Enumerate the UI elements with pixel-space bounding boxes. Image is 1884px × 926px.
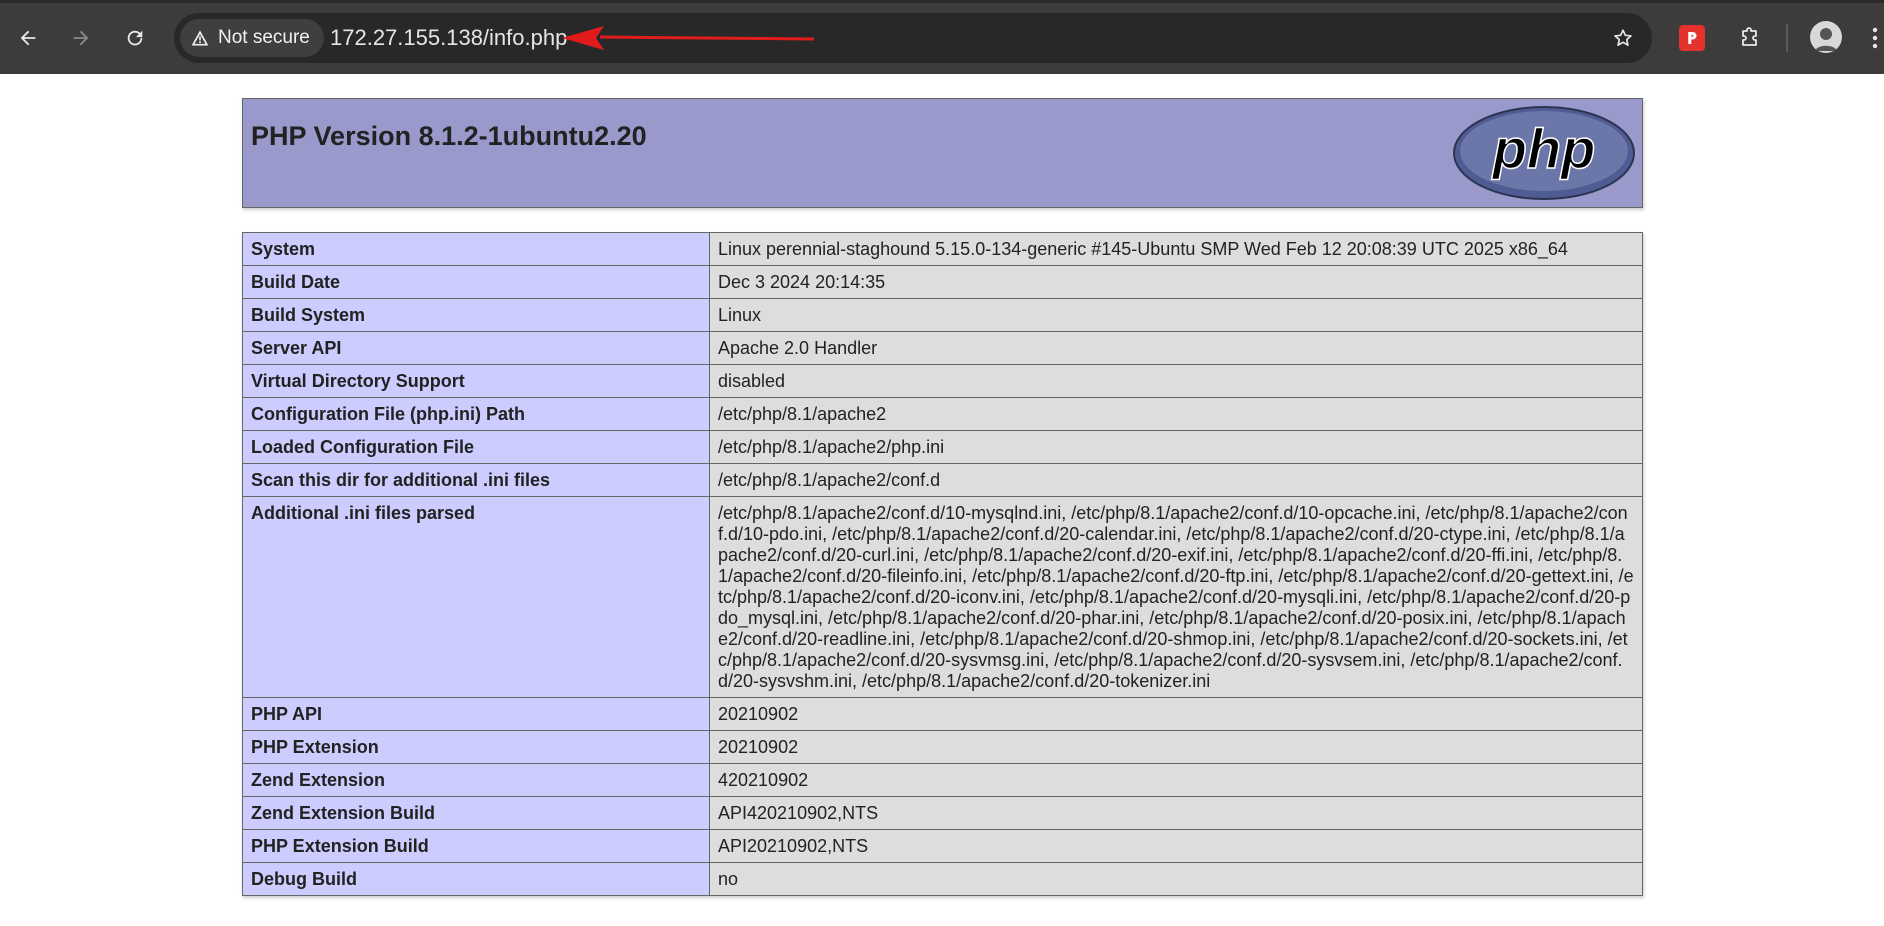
url-text[interactable]: 172.27.155.138/info.php bbox=[330, 25, 567, 51]
row-key: Loaded Configuration File bbox=[242, 430, 710, 464]
row-value: no bbox=[709, 862, 1643, 896]
bookmark-button[interactable] bbox=[1604, 19, 1642, 57]
row-value: /etc/php/8.1/apache2/conf.d/10-mysqlnd.i… bbox=[709, 496, 1643, 698]
row-value: API20210902,NTS bbox=[709, 829, 1643, 863]
extension-red-button[interactable] bbox=[1679, 25, 1705, 51]
table-row: Configuration File (php.ini) Path/etc/ph… bbox=[242, 397, 1643, 431]
tab-strip-edge bbox=[0, 0, 1884, 3]
reload-button[interactable] bbox=[115, 18, 155, 58]
php-logo[interactable]: php bbox=[1452, 105, 1636, 201]
row-key: PHP API bbox=[242, 697, 710, 731]
row-value: Apache 2.0 Handler bbox=[709, 331, 1643, 365]
table-row: Build Date Dec 3 2024 20:14:35 bbox=[242, 265, 1643, 299]
row-value: Linux bbox=[709, 298, 1643, 332]
reload-icon bbox=[127, 30, 143, 46]
row-value: /etc/php/8.1/apache2/php.ini bbox=[709, 430, 1643, 464]
profile-avatar[interactable] bbox=[1810, 21, 1842, 53]
php-version-header: PHP Version 8.1.2-1ubuntu2.20 php bbox=[242, 98, 1643, 208]
p-extension-icon bbox=[1688, 32, 1697, 44]
table-row: PHP Extension Build API20210902,NTS bbox=[242, 829, 1643, 863]
row-value: 20210902 bbox=[709, 697, 1643, 731]
row-value: /etc/php/8.1/apache2/conf.d bbox=[709, 463, 1643, 497]
security-label: Not secure bbox=[218, 27, 310, 48]
forward-arrow-icon bbox=[73, 30, 89, 46]
row-value: 20210902 bbox=[709, 730, 1643, 764]
row-value: 420210902 bbox=[709, 763, 1643, 797]
row-value: Dec 3 2024 20:14:35 bbox=[709, 265, 1643, 299]
info-table: System Linux perennial-staghound 5.15.0-1… bbox=[242, 232, 1643, 896]
row-key: PHP Extension bbox=[242, 730, 710, 764]
row-value: API420210902,NTS bbox=[709, 796, 1643, 830]
row-key: Additional .ini files parsed bbox=[242, 496, 710, 698]
red-arrow-annotation bbox=[562, 26, 815, 50]
table-row: Additional .ini files parsed/etc/php/8.1… bbox=[242, 496, 1643, 698]
row-key: Virtual Directory Support bbox=[242, 364, 710, 398]
back-arrow-icon bbox=[20, 30, 36, 46]
row-key: Configuration File (php.ini) Path bbox=[242, 397, 710, 431]
table-row: Zend Extension 420210902 bbox=[242, 763, 1643, 797]
table-row: Debug Build no bbox=[242, 862, 1643, 896]
browser-toolbar: Not secure 172.27.155.138/info.php bbox=[0, 0, 1884, 74]
forward-button[interactable] bbox=[61, 18, 101, 58]
browser-menu-button[interactable] bbox=[1866, 18, 1884, 58]
table-row: Loaded Configuration File/etc/php/8.1/ap… bbox=[242, 430, 1643, 464]
puzzle-icon bbox=[1742, 27, 1757, 46]
row-key: Zend Extension bbox=[242, 763, 710, 797]
table-row: Zend Extension Build API420210902,NTS bbox=[242, 796, 1643, 830]
row-key: PHP Extension Build bbox=[242, 829, 710, 863]
toolbar-separator bbox=[1786, 24, 1788, 52]
table-row: Build System Linux bbox=[242, 298, 1643, 332]
more-vertical-icon bbox=[1872, 27, 1878, 49]
row-key: Scan this dir for additional .ini files bbox=[242, 463, 710, 497]
address-bar[interactable]: Not secure 172.27.155.138/info.php bbox=[174, 13, 1652, 63]
site-info-button[interactable]: Not secure bbox=[180, 19, 324, 57]
row-key: Build Date bbox=[242, 265, 710, 299]
profile-icon bbox=[1815, 28, 1837, 51]
table-row: System Linux perennial-staghound 5.15.0-1… bbox=[242, 232, 1643, 266]
page-title: PHP Version 8.1.2-1ubuntu2.20 bbox=[251, 121, 647, 151]
row-key: Zend Extension Build bbox=[242, 796, 710, 830]
row-key: System bbox=[242, 232, 710, 266]
row-key: Server API bbox=[242, 331, 710, 365]
phpinfo-content: PHP Version 8.1.2-1ubuntu2.20 php System… bbox=[242, 98, 1643, 896]
back-button[interactable] bbox=[8, 18, 48, 58]
warning-triangle-icon bbox=[191, 30, 209, 46]
row-value: /etc/php/8.1/apache2 bbox=[709, 397, 1643, 431]
table-row: PHP API 20210902 bbox=[242, 697, 1643, 731]
row-key: Build System bbox=[242, 298, 710, 332]
row-value: Linux perennial-staghound 5.15.0-134-gen… bbox=[709, 232, 1643, 266]
table-row: Server API Apache 2.0 Handler bbox=[242, 331, 1643, 365]
extensions-button[interactable] bbox=[1730, 18, 1770, 58]
table-row: Virtual Directory Support disabled bbox=[242, 364, 1643, 398]
table-row: Scan this dir for additional .ini files /… bbox=[242, 463, 1643, 497]
table-row: PHP Extension 20210902 bbox=[242, 730, 1643, 764]
row-key: Debug Build bbox=[242, 862, 710, 896]
star-icon bbox=[1614, 29, 1632, 46]
row-value: disabled bbox=[709, 364, 1643, 398]
php-logo-text: php bbox=[1491, 117, 1596, 180]
